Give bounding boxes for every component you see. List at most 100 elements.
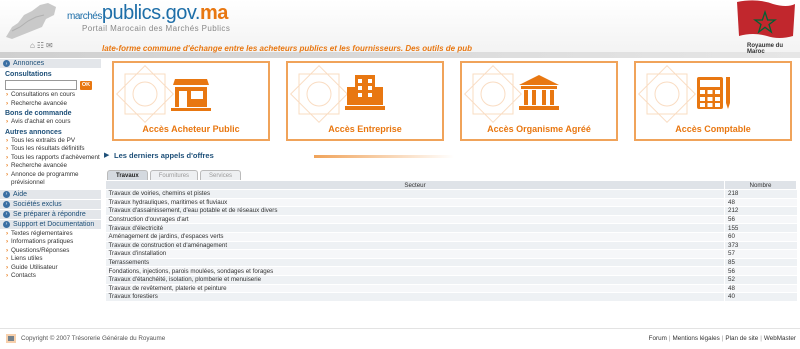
- search-row: OK: [0, 79, 101, 91]
- acces-label: Accès Comptable: [675, 124, 751, 134]
- footer-link-webmaster[interactable]: WebMaster: [764, 335, 796, 342]
- sidebar-section-support[interactable]: › Support et Documentation: [0, 219, 101, 230]
- search-input[interactable]: [5, 80, 77, 90]
- secteur-cell[interactable]: Travaux d'électricité: [105, 223, 725, 233]
- sidebar-link-contacts[interactable]: Contacts: [0, 272, 101, 281]
- calculator-icon: [697, 77, 730, 109]
- separator: |: [668, 335, 671, 342]
- morocco-map-logo: [6, 3, 56, 39]
- sidebar-link-liens[interactable]: Liens utiles: [0, 255, 101, 264]
- table-row[interactable]: Travaux d'assainissement, d'eau potable …: [105, 206, 797, 216]
- sidebar-link-rapports[interactable]: Tous les rapports d'achèvement: [0, 154, 101, 163]
- table-row[interactable]: Travaux de revêtement, platerie et peint…: [105, 284, 797, 294]
- bullet-icon: ›: [3, 190, 10, 198]
- acces-comptable[interactable]: Accès Comptable: [634, 61, 792, 141]
- tab-travaux[interactable]: Travaux: [107, 170, 148, 180]
- nombre-cell: 373: [724, 241, 797, 251]
- sidebar-link-guide[interactable]: Guide Utilisateur: [0, 264, 101, 273]
- secteur-cell[interactable]: Travaux d'assainissement, d'eau potable …: [105, 206, 725, 216]
- copyright: Copyright © 2007 Trésorerie Générale du …: [21, 335, 166, 342]
- column-header-secteur[interactable]: Secteur: [105, 180, 725, 190]
- nombre-cell: 60: [724, 232, 797, 242]
- table-header-row: Secteur Nombre: [105, 180, 797, 190]
- ok-button[interactable]: OK: [80, 80, 92, 90]
- sidebar-section-societes[interactable]: › Sociétés exclus: [0, 199, 101, 210]
- logo-suffix: ma: [200, 2, 228, 24]
- sidebar-link-recherche-avancee[interactable]: Recherche avancée: [0, 100, 101, 109]
- secteur-cell[interactable]: Travaux hydrauliques, maritimes et fluvi…: [105, 198, 725, 208]
- table-row[interactable]: Travaux de voiries, chemins et pistes 218: [105, 189, 797, 199]
- secteur-cell[interactable]: Travaux de construction et d'aménagement: [105, 241, 725, 251]
- table-row[interactable]: Aménagement de jardins, d'espaces verts 6…: [105, 232, 797, 242]
- secteur-cell[interactable]: Fondations, injections, parois moulées, …: [105, 266, 725, 276]
- sidebar-link-resultats[interactable]: Tous les résultats définitifs: [0, 145, 101, 154]
- logo-prefix: marchés: [67, 11, 102, 22]
- shop-icon: [171, 79, 211, 111]
- sidebar: ›Annonces Consultations OK Consultations…: [0, 59, 101, 322]
- secteur-cell[interactable]: Travaux d'étanchéité, isolation, plomber…: [105, 275, 725, 285]
- sitemap-icon[interactable]: ☷: [37, 41, 44, 50]
- nombre-cell: 218: [724, 189, 797, 199]
- sidebar-link-informations[interactable]: Informations pratiques: [0, 238, 101, 247]
- nombre-cell: 48: [724, 198, 797, 208]
- sidebar-link-textes[interactable]: Textes réglementaires: [0, 230, 101, 239]
- nombre-cell: 212: [724, 206, 797, 216]
- logo-subtitle: Portail Marocain des Marchés Publics: [82, 24, 231, 33]
- home-icon[interactable]: ⌂: [30, 41, 35, 50]
- table-row[interactable]: Construction d'ouvrages d'art 56: [105, 215, 797, 225]
- table-row[interactable]: Fondations, injections, parois moulées, …: [105, 266, 797, 276]
- consultations-title: Consultations: [5, 71, 52, 78]
- tab-fournitures[interactable]: Fournitures: [149, 170, 199, 180]
- header-icons: ⌂ ☷ ✉: [30, 41, 55, 50]
- acces-organisme-agree[interactable]: Accès Organisme Agréé: [460, 61, 618, 141]
- secteur-cell[interactable]: Construction d'ouvrages d'art: [105, 215, 725, 225]
- secteur-cell[interactable]: Terrassements: [105, 258, 725, 268]
- sidebar-section-annonces[interactable]: › Annonces: [0, 59, 101, 69]
- secteur-cell[interactable]: Travaux d'installation: [105, 249, 725, 259]
- acces-entreprise[interactable]: Accès Entreprise: [286, 61, 444, 141]
- nombre-cell: 56: [724, 215, 797, 225]
- section-label: Aide: [13, 190, 28, 198]
- royaume-label: Royaume du Maroc: [747, 43, 784, 55]
- section-label: Se préparer à répondre: [13, 210, 86, 218]
- sidebar-link-avis-achat[interactable]: Avis d'achat en cours: [0, 118, 101, 127]
- footer-link-mentions[interactable]: Mentions légales: [672, 335, 719, 342]
- acces-label: Accès Organisme Agréé: [487, 124, 591, 134]
- sidebar-link-recherche-avancee-2[interactable]: Recherche avancée: [0, 162, 101, 171]
- mail-icon[interactable]: ✉: [46, 41, 53, 50]
- secteur-cell[interactable]: Travaux de revêtement, platerie et peint…: [105, 284, 725, 294]
- table-row[interactable]: Travaux d'électricité 155: [105, 223, 797, 233]
- acces-acheteur-public[interactable]: Accès Acheteur Public: [112, 61, 270, 141]
- footer-links: Forum | Mentions légales | Plan de site | W…: [649, 335, 796, 342]
- section-label: Sociétés exclus: [13, 200, 62, 208]
- sidebar-link-consultations-en-cours[interactable]: Consultations en cours: [0, 91, 101, 100]
- morocco-flag: [737, 0, 795, 38]
- sidebar-link-extraits-pv[interactable]: Tous les extraits de PV: [0, 137, 101, 146]
- footer-link-forum[interactable]: Forum: [649, 335, 667, 342]
- secteur-cell[interactable]: Travaux forestiers: [105, 292, 725, 302]
- sidebar-section-aide[interactable]: › Aide: [0, 189, 101, 200]
- offers-title: Les derniers appels d'offres: [114, 151, 214, 160]
- table-row[interactable]: Travaux de construction et d'aménagement…: [105, 241, 797, 251]
- secteur-cell[interactable]: Aménagement de jardins, d'espaces verts: [105, 232, 725, 242]
- offers-table-wrap: Secteur Nombre Travaux de voiries, chemi…: [105, 180, 797, 302]
- table-row[interactable]: Travaux d'installation 57: [105, 249, 797, 259]
- table-row[interactable]: Travaux forestiers 40: [105, 292, 797, 302]
- building-icon: [345, 75, 385, 110]
- table-row[interactable]: Travaux hydrauliques, maritimes et fluvi…: [105, 198, 797, 208]
- acces-label: Accès Entreprise: [328, 124, 402, 134]
- tab-services[interactable]: Services: [200, 170, 242, 180]
- site-logo[interactable]: marchéspublics.gov.ma: [67, 2, 228, 25]
- nombre-cell: 155: [724, 223, 797, 233]
- table-row[interactable]: Terrassements 85: [105, 258, 797, 268]
- separator: |: [721, 335, 724, 342]
- footer-link-plan[interactable]: Plan de site: [725, 335, 758, 342]
- sidebar-link-programme[interactable]: Annonce de programme prévisionnel: [0, 171, 101, 188]
- column-header-nombre[interactable]: Nombre: [724, 180, 797, 190]
- bullet-icon: ›: [3, 210, 10, 218]
- table-row[interactable]: Travaux d'étanchéité, isolation, plomber…: [105, 275, 797, 285]
- sidebar-link-questions[interactable]: Questions/Réponses: [0, 247, 101, 256]
- nombre-cell: 40: [724, 292, 797, 302]
- sidebar-section-preparer[interactable]: › Se préparer à répondre: [0, 209, 101, 220]
- secteur-cell[interactable]: Travaux de voiries, chemins et pistes: [105, 189, 725, 199]
